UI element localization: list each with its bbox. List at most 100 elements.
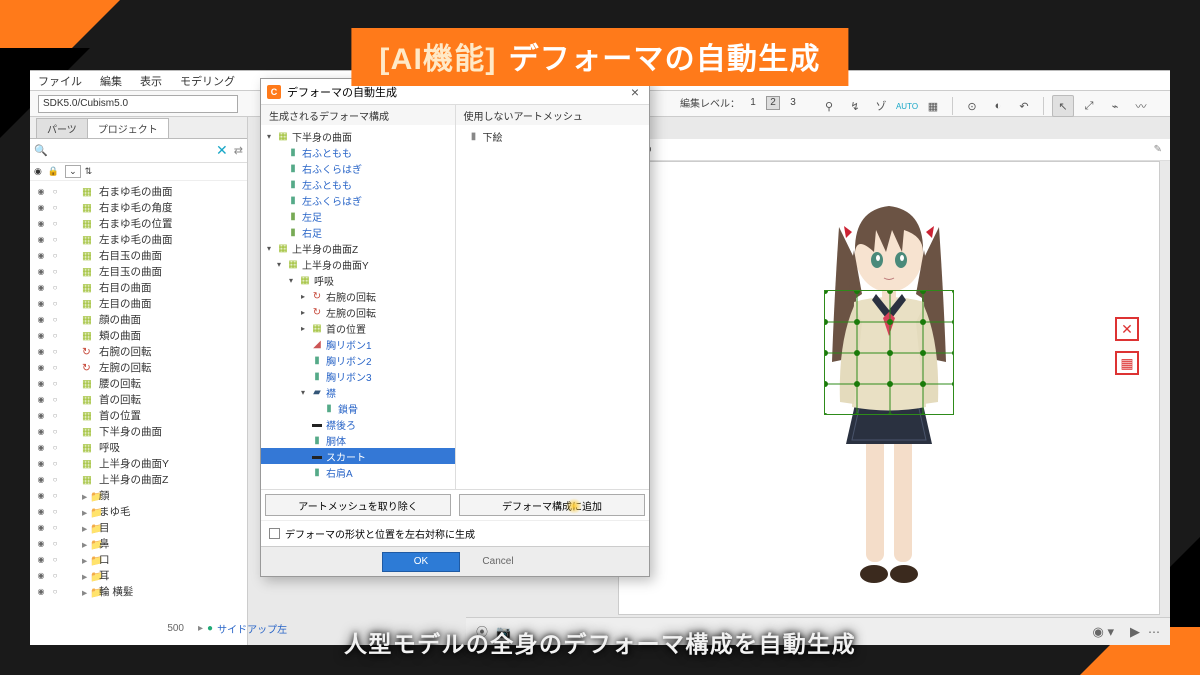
- unused-item[interactable]: ▮ 下絵: [456, 128, 650, 144]
- expand-icon[interactable]: ⇄: [234, 144, 243, 157]
- view-icon[interactable]: ◉ ▾: [1093, 624, 1114, 640]
- tree-row[interactable]: ◉○▦左目玉の曲面: [30, 263, 247, 279]
- menu-file[interactable]: ファイル: [38, 73, 82, 89]
- tool-brush-icon[interactable]: ↶: [1013, 95, 1035, 117]
- dlg-tree-row[interactable]: ▾▦呼吸: [261, 272, 455, 288]
- eye-header-icon[interactable]: ◉: [34, 166, 42, 177]
- tree-row[interactable]: ◉○▦左目の曲面: [30, 295, 247, 311]
- app-logo-icon: C: [267, 85, 281, 99]
- remove-artmesh-button[interactable]: アートメッシュを取り除く: [265, 494, 451, 516]
- tree-row[interactable]: ◉○▦右目玉の曲面: [30, 247, 247, 263]
- search-icon[interactable]: 🔍: [34, 144, 48, 157]
- tab-project[interactable]: プロジェクト: [87, 118, 169, 138]
- dlg-tree-row[interactable]: ▮右ふくらはぎ: [261, 160, 455, 176]
- tree-row[interactable]: ◉○▸ 📁鼻: [30, 535, 247, 551]
- auto-deformer-dialog: C デフォーマの自動生成 × 生成されるデフォーマ構成 ▾▦下半身の曲面▮右ふと…: [260, 78, 650, 577]
- dlg-tree-row[interactable]: ▮左ふともも: [261, 176, 455, 192]
- tree-row[interactable]: ◉○▦頬の曲面: [30, 327, 247, 343]
- checkbox-icon[interactable]: [269, 528, 280, 539]
- tree-row[interactable]: ◉○▦腰の回転: [30, 375, 247, 391]
- edit-level-3[interactable]: 3: [786, 96, 800, 110]
- tree-row[interactable]: ◉○▸ 📁耳: [30, 567, 247, 583]
- dlg-tree-row[interactable]: ▸↻左腕の回転: [261, 304, 455, 320]
- ok-button[interactable]: OK: [382, 552, 460, 572]
- tree-row[interactable]: ◉○▸ 📁まゆ毛: [30, 503, 247, 519]
- tree-row[interactable]: ◉○▦首の位置: [30, 407, 247, 423]
- dlg-tree-row[interactable]: ▾▦上半身の曲面Y: [261, 256, 455, 272]
- dlg-tree-row[interactable]: ▮左ふくらはぎ: [261, 192, 455, 208]
- edit-level-1[interactable]: 1: [746, 96, 760, 110]
- tree-row[interactable]: ◉○▦上半身の曲面Z: [30, 471, 247, 487]
- mask-icon[interactable]: ✕: [216, 142, 228, 159]
- parts-tree[interactable]: ◉○▦右まゆ毛の曲面◉○▦右まゆ毛の角度◉○▦右まゆ毛の位置◉○▦左まゆ毛の曲面…: [30, 181, 247, 601]
- dlg-tree-row[interactable]: ▸↻右腕の回転: [261, 288, 455, 304]
- play-icon[interactable]: ▶: [1130, 624, 1140, 640]
- cancel-button[interactable]: Cancel: [468, 556, 528, 567]
- tool-warp-icon[interactable]: ⌁: [1104, 95, 1126, 117]
- menu-modeling[interactable]: モデリング: [180, 73, 235, 89]
- dropdown-icon[interactable]: ⌄: [65, 165, 81, 178]
- wand-icon[interactable]: ✎: [1154, 144, 1162, 155]
- tool-anchor-icon[interactable]: ⚲: [818, 95, 840, 117]
- tree-row[interactable]: ◉○▦右目の曲面: [30, 279, 247, 295]
- dlg-tree-row[interactable]: ▮右ふともも: [261, 144, 455, 160]
- dlg-tree-row[interactable]: ▾▦上半身の曲面Z: [261, 240, 455, 256]
- tool-pin-icon[interactable]: ↯: [844, 95, 866, 117]
- dlg-tree-row[interactable]: ▮右肩A: [261, 464, 455, 480]
- character-model[interactable]: [784, 182, 994, 602]
- tool-path-icon[interactable]: ゾ: [870, 95, 892, 117]
- tool-glue-icon[interactable]: 〰: [1130, 95, 1152, 117]
- tree-row[interactable]: ◉○▦右まゆ毛の曲面: [30, 183, 247, 199]
- sdk-select[interactable]: SDK5.0/Cubism5.0: [38, 95, 238, 113]
- dlg-tree-row[interactable]: ▮胸リボン3: [261, 368, 455, 384]
- tree-row[interactable]: ◉○▦首の回転: [30, 391, 247, 407]
- tree-row[interactable]: ◉○▦左まゆ毛の曲面: [30, 231, 247, 247]
- more-icon[interactable]: ⋯: [1148, 625, 1160, 639]
- edit-level-2[interactable]: 2: [766, 96, 780, 110]
- dlg-tree-row[interactable]: ▮胴体: [261, 432, 455, 448]
- dlg-tree-row[interactable]: ▮右足: [261, 224, 455, 240]
- tool-eyedrop-icon[interactable]: ⊙: [961, 95, 983, 117]
- tree-row[interactable]: ◉○▦呼吸: [30, 439, 247, 455]
- dlg-tree-row[interactable]: ▸▦首の位置: [261, 320, 455, 336]
- menu-view[interactable]: 表示: [140, 73, 162, 89]
- dlg-tree-row[interactable]: ▬スカート: [261, 448, 455, 464]
- tool-lasso-icon[interactable]: ◐: [987, 95, 1009, 117]
- sidebar-tabs: パーツ プロジェクト: [30, 117, 247, 139]
- dlg-tree-row[interactable]: ▮左足: [261, 208, 455, 224]
- tree-row[interactable]: ◉○▸ 📁顔: [30, 487, 247, 503]
- tree-row[interactable]: ◉○↻左腕の回転: [30, 359, 247, 375]
- tool-mesh-icon[interactable]: ▦: [922, 95, 944, 117]
- dlg-tree-row[interactable]: ▮鎖骨: [261, 400, 455, 416]
- tree-row[interactable]: ◉○▸ 📁輪 横髪: [30, 583, 247, 599]
- tree-row[interactable]: ◉○▸ 📁目: [30, 519, 247, 535]
- menu-edit[interactable]: 編集: [100, 73, 122, 89]
- tool-arrow-icon[interactable]: ↖: [1052, 95, 1074, 117]
- checkbox-label: デフォーマの形状と位置を左右対称に生成: [285, 526, 475, 541]
- add-to-structure-button[interactable]: デフォーマ構成に追加: [459, 494, 645, 516]
- tree-row[interactable]: ◉○▦顔の曲面: [30, 311, 247, 327]
- dlg-tree-row[interactable]: ▾▦下半身の曲面: [261, 128, 455, 144]
- tree-row[interactable]: ◉○▦右まゆ毛の位置: [30, 215, 247, 231]
- tree-row[interactable]: ◉○▦上半身の曲面Y: [30, 455, 247, 471]
- tree-row[interactable]: ◉○↻右腕の回転: [30, 343, 247, 359]
- viewport[interactable]: ✕ ▦: [618, 161, 1160, 615]
- dlg-tree-row[interactable]: ▮胸リボン2: [261, 352, 455, 368]
- tree-row[interactable]: ◉○▦下半身の曲面: [30, 423, 247, 439]
- unused-tree[interactable]: ▮ 下絵: [456, 125, 650, 489]
- tree-row[interactable]: ◉○▸ 📁口: [30, 551, 247, 567]
- dlg-tree-row[interactable]: ▬襟後ろ: [261, 416, 455, 432]
- grid-deformer-button[interactable]: ▦: [1115, 351, 1139, 375]
- tab-parts[interactable]: パーツ: [36, 118, 88, 138]
- lock-header-icon[interactable]: 🔒: [48, 166, 59, 177]
- tool-auto-icon[interactable]: AUTO: [896, 95, 918, 117]
- dlg-tree-row[interactable]: ◢胸リボン1: [261, 336, 455, 352]
- tool-scale-icon[interactable]: ⤢: [1078, 95, 1100, 117]
- dlg-tree-row[interactable]: ▾▰襟: [261, 384, 455, 400]
- generated-tree[interactable]: ▾▦下半身の曲面▮右ふともも▮右ふくらはぎ▮左ふともも▮左ふくらはぎ▮左足▮右足…: [261, 125, 455, 489]
- delete-deformer-button[interactable]: ✕: [1115, 317, 1139, 341]
- deformer-box[interactable]: [824, 290, 954, 415]
- symmetric-checkbox-row[interactable]: デフォーマの形状と位置を左右対称に生成: [261, 520, 649, 546]
- tree-row[interactable]: ◉○▦右まゆ毛の角度: [30, 199, 247, 215]
- reorder-icon[interactable]: ⇅: [85, 166, 93, 177]
